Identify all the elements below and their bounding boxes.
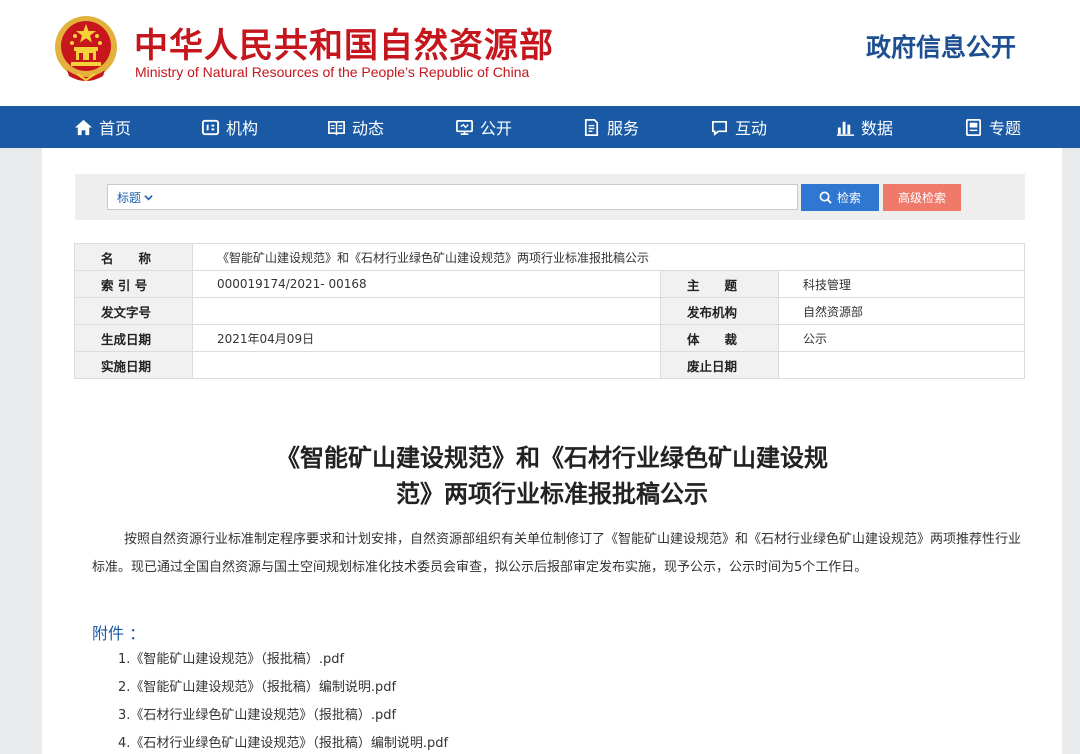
meta-key: 实施日期 [74, 351, 193, 379]
nav-label: 公开 [480, 119, 513, 138]
nav-item-org[interactable]: 机构 [201, 106, 258, 148]
nav-item-open[interactable]: 公开 [455, 106, 512, 148]
meta-key: 发文字号 [74, 297, 193, 325]
meta-value: 科技管理 [778, 270, 1025, 298]
article-body: 按照自然资源行业标准制定程序要求和计划安排，自然资源部组织有关单位制修订了《智能… [92, 532, 1022, 575]
meta-value [778, 351, 1025, 379]
article-title-line: 《智能矿山建设规范》和《石材行业绿色矿山建设规 [276, 444, 828, 472]
nav-label: 专题 [989, 119, 1022, 138]
attachment-link[interactable]: 1.《智能矿山建设规范》（报批稿）.pdf [118, 646, 448, 674]
search-button-label: 检索 [836, 191, 861, 205]
site-title: 中华人民共和国自然资源部 [134, 26, 554, 66]
meta-row: 实施日期 废止日期 [74, 351, 1025, 379]
meta-row: 索 引 号 000019174/2021- 00168 主 题 科技管理 [74, 270, 1025, 298]
site-subtitle: Ministry of Natural Resources of the Peo… [135, 64, 530, 80]
meta-value [192, 297, 661, 325]
meta-key: 废止日期 [660, 351, 779, 379]
attachment-link[interactable]: 4.《石材行业绿色矿山建设规范》（报批稿）编制说明.pdf [118, 730, 448, 754]
bar-chart-icon [836, 121, 855, 136]
meta-row: 名 称 《智能矿山建设规范》和《石材行业绿色矿山建设规范》两项行业标准报批稿公示 [74, 243, 1025, 271]
chevron-down-icon [144, 195, 153, 201]
section-title: 政府信息公开 [865, 33, 1016, 62]
article-title: 《智能矿山建设规范》和《石材行业绿色矿山建设规 范》两项行业标准报批稿公示 [192, 440, 912, 512]
book-icon [965, 118, 982, 136]
site-header: 中华人民共和国自然资源部 Ministry of Natural Resourc… [0, 0, 1080, 106]
org-icon [201, 119, 220, 135]
meta-value [192, 351, 661, 379]
meta-key: 发布机构 [660, 297, 779, 325]
attachments-label: 附件 ： [92, 624, 146, 643]
attachments-list: 1.《智能矿山建设规范》（报批稿）.pdf 2.《智能矿山建设规范》（报批稿）编… [118, 646, 448, 754]
search-field-label: 标题 [117, 191, 142, 205]
nav-label: 互动 [735, 119, 768, 138]
nav-label: 首页 [99, 119, 132, 138]
search-field-select[interactable]: 标题 [117, 189, 153, 206]
content-panel: 标题 检索 高级检索 名 称 《智能矿山建设规范》和《石材行业绿色矿山建设规范》… [42, 148, 1062, 754]
meta-row: 发文字号 发布机构 自然资源部 [74, 297, 1025, 325]
meta-value: 2021年04月09日 [192, 324, 661, 352]
document-icon [584, 118, 599, 136]
meta-row: 生成日期 2021年04月09日 体 裁 公示 [74, 324, 1025, 352]
home-icon [74, 119, 93, 135]
search-input[interactable] [172, 187, 792, 207]
nav-item-topic[interactable]: 专题 [964, 106, 1021, 148]
attachment-link[interactable]: 2.《智能矿山建设规范》（报批稿）编制说明.pdf [118, 674, 448, 702]
chat-icon [711, 120, 728, 136]
advanced-search-label: 高级检索 [897, 191, 946, 205]
nav-label: 服务 [607, 119, 640, 138]
meta-value: 公示 [778, 324, 1025, 352]
advanced-search-button[interactable]: 高级检索 [883, 184, 961, 211]
nav-label: 机构 [226, 119, 259, 138]
meta-key: 索 引 号 [74, 270, 193, 298]
nav-label: 动态 [352, 119, 385, 138]
meta-value: 《智能矿山建设规范》和《石材行业绿色矿山建设规范》两项行业标准报批稿公示 [192, 243, 1025, 271]
meta-value: 000019174/2021- 00168 [192, 270, 661, 298]
nav-item-data[interactable]: 数据 [836, 106, 893, 148]
meta-key: 生成日期 [74, 324, 193, 352]
meta-value: 自然资源部 [778, 297, 1025, 325]
meta-key: 名 称 [74, 243, 193, 271]
document-meta-table: 名 称 《智能矿山建设规范》和《石材行业绿色矿山建设规范》两项行业标准报批稿公示… [74, 243, 1025, 379]
nav-item-home[interactable]: 首页 [74, 106, 131, 148]
news-icon [328, 120, 345, 135]
search-button[interactable]: 检索 [801, 184, 879, 211]
attachment-link[interactable]: 3.《石材行业绿色矿山建设规范》（报批稿）.pdf [118, 702, 448, 730]
nav-label: 数据 [861, 119, 894, 138]
search-bar: 标题 检索 高级检索 [75, 174, 1025, 220]
nav-item-service[interactable]: 服务 [582, 106, 639, 148]
nav-item-news[interactable]: 动态 [327, 106, 384, 148]
search-field: 标题 [107, 184, 798, 210]
nav-item-interact[interactable]: 互动 [710, 106, 767, 148]
main-nav: 首页 机构 动态 公开 服务 互动 数据 专题 [0, 106, 1080, 148]
monitor-icon [456, 119, 473, 135]
search-icon [819, 191, 832, 204]
meta-key: 体 裁 [660, 324, 779, 352]
national-emblem-icon [55, 16, 117, 82]
article-title-line: 范》两项行业标准报批稿公示 [396, 480, 708, 508]
meta-key: 主 题 [660, 270, 779, 298]
